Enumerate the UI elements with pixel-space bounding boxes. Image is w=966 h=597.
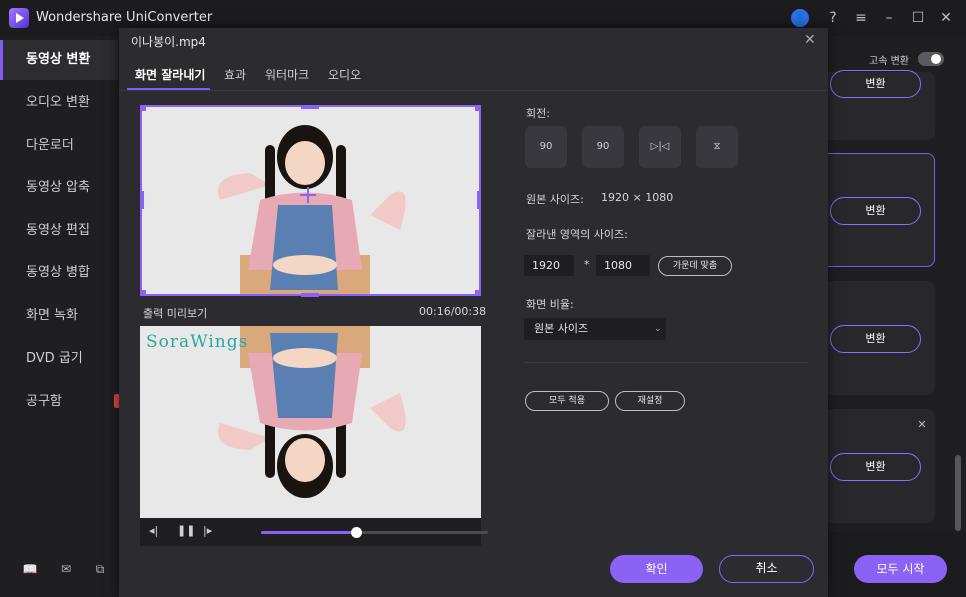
original-size-label: 원본 사이즈: bbox=[526, 193, 584, 206]
flip-horizontal-icon: ▷|◁ bbox=[650, 141, 670, 152]
flip-horizontal-button[interactable]: ▷|◁ bbox=[639, 126, 681, 168]
aspect-ratio-label: 화면 비율: bbox=[526, 298, 574, 311]
flipped-child-photo bbox=[140, 326, 481, 518]
feedback-icon[interactable]: ⧉ bbox=[92, 562, 108, 578]
flip-vertical-button[interactable]: ⧖ bbox=[696, 126, 738, 168]
crop-frame[interactable] bbox=[140, 105, 481, 296]
sidebar-item-screen-record[interactable]: 화면 녹화 bbox=[0, 296, 118, 336]
crop-size-label: 잘라낸 영역의 사이즈: bbox=[526, 228, 628, 241]
crop-width-input[interactable]: 1920 bbox=[524, 255, 574, 276]
convert-button[interactable]: 변환 bbox=[830, 70, 921, 98]
app-window: Wondershare UniConverter 👤 ? ≡ – ☐ ✕ 동영상… bbox=[0, 0, 966, 597]
crop-handle-top[interactable] bbox=[301, 105, 319, 109]
menu-icon[interactable]: ≡ bbox=[852, 9, 870, 27]
prev-frame-icon[interactable]: ◂| bbox=[149, 524, 158, 537]
sidebar-item-video-convert[interactable]: 동영상 변환 bbox=[0, 40, 118, 80]
seek-knob[interactable] bbox=[351, 527, 363, 538]
crop-handle-bottom[interactable] bbox=[301, 293, 319, 297]
book-icon[interactable]: 📖 bbox=[22, 562, 38, 578]
playback-controls: ◂| ❚❚ |▸ bbox=[140, 518, 488, 546]
tab-divider bbox=[119, 90, 828, 91]
remove-card-icon[interactable]: ✕ bbox=[913, 416, 931, 434]
crop-handle-left[interactable] bbox=[140, 191, 144, 209]
crop-height-input[interactable]: 1080 bbox=[596, 255, 650, 276]
sidebar-item-dvd-burn[interactable]: DVD 굽기 bbox=[0, 339, 118, 379]
sidebar-item-toolbox[interactable]: 공구함 bbox=[0, 382, 118, 422]
tab-watermark[interactable]: 워터마크 bbox=[265, 66, 309, 83]
crop-handle-bottom-left[interactable] bbox=[140, 290, 146, 296]
seek-bar[interactable] bbox=[261, 527, 488, 538]
playback-time: 00:16/00:38 bbox=[419, 305, 487, 318]
center-fit-button[interactable]: 가운데 맞춤 bbox=[658, 256, 732, 276]
dialog-title: 이나봉이.mp4 bbox=[131, 35, 206, 49]
convert-button[interactable]: 변환 bbox=[830, 325, 921, 353]
convert-button[interactable]: 변환 bbox=[830, 453, 921, 481]
rotate-left-icon: 90 bbox=[596, 141, 610, 152]
crop-dialog: 이나봉이.mp4 ✕ 화면 잘라내기 효과 워터마크 오디오 출력 미리보기 0… bbox=[119, 28, 828, 597]
account-icon[interactable]: 👤 bbox=[791, 9, 809, 27]
tab-effect[interactable]: 효과 bbox=[224, 66, 246, 83]
flip-vertical-icon: ⧖ bbox=[713, 141, 721, 152]
output-preview-label: 출력 미리보기 bbox=[143, 307, 208, 320]
settings-divider bbox=[524, 362, 808, 363]
tab-audio[interactable]: 오디오 bbox=[328, 66, 361, 83]
chevron-down-icon: ⌄ bbox=[654, 324, 662, 334]
sidebar-item-video-compress[interactable]: 동영상 압축 bbox=[0, 168, 118, 208]
start-all-button[interactable]: 모두 시작 bbox=[854, 555, 947, 583]
fast-convert-label: 고속 변환 bbox=[869, 56, 909, 67]
crop-size-separator: * bbox=[584, 258, 590, 271]
ok-button[interactable]: 확인 bbox=[610, 555, 703, 583]
pause-icon[interactable]: ❚❚ bbox=[177, 524, 195, 537]
convert-button[interactable]: 변환 bbox=[830, 197, 921, 225]
sidebar-item-downloader[interactable]: 다운로더 bbox=[0, 126, 118, 166]
mail-icon[interactable]: ✉ bbox=[58, 562, 74, 578]
reset-button[interactable]: 재설정 bbox=[615, 391, 685, 411]
tab-crop[interactable]: 화면 잘라내기 bbox=[135, 66, 205, 83]
maximize-icon[interactable]: ☐ bbox=[909, 9, 927, 27]
seek-progress bbox=[261, 531, 357, 534]
rotate-right-90-button[interactable]: 90 bbox=[525, 126, 567, 168]
cancel-button[interactable]: 취소 bbox=[719, 555, 814, 583]
aspect-ratio-value: 원본 사이즈 bbox=[534, 322, 589, 335]
dialog-close-icon[interactable]: ✕ bbox=[804, 32, 816, 48]
sidebar-item-video-edit[interactable]: 동영상 편집 bbox=[0, 211, 118, 251]
scrollbar[interactable] bbox=[955, 455, 961, 531]
help-icon[interactable]: ? bbox=[824, 9, 842, 27]
rotate-right-icon: 90 bbox=[539, 141, 553, 152]
crop-handle-bottom-right[interactable] bbox=[475, 290, 481, 296]
crop-handle-top-right[interactable] bbox=[475, 105, 481, 111]
fast-convert-toggle[interactable] bbox=[918, 52, 944, 66]
app-title: Wondershare UniConverter bbox=[36, 10, 213, 25]
rotate-left-90-button[interactable]: 90 bbox=[582, 126, 624, 168]
sidebar-item-video-merge[interactable]: 동영상 병합 bbox=[0, 253, 118, 293]
minimize-icon[interactable]: – bbox=[880, 9, 898, 27]
next-frame-icon[interactable]: |▸ bbox=[203, 524, 212, 537]
rotation-label: 회전: bbox=[526, 107, 550, 120]
crop-handle-right[interactable] bbox=[477, 191, 481, 209]
watermark-text: SoraWings bbox=[146, 332, 249, 352]
aspect-ratio-select[interactable]: 원본 사이즈 ⌄ bbox=[524, 318, 666, 340]
close-icon[interactable]: ✕ bbox=[937, 9, 955, 27]
crop-handle-top-left[interactable] bbox=[140, 105, 146, 111]
sidebar: 동영상 변환 오디오 변환 다운로더 동영상 압축 동영상 편집 동영상 병합 … bbox=[0, 36, 118, 597]
output-preview: SoraWings bbox=[140, 326, 481, 518]
apply-all-button[interactable]: 모두 적용 bbox=[525, 391, 609, 411]
sidebar-item-audio-convert[interactable]: 오디오 변환 bbox=[0, 83, 118, 123]
app-logo-icon bbox=[9, 8, 29, 28]
original-size-value: 1920 × 1080 bbox=[601, 191, 674, 204]
